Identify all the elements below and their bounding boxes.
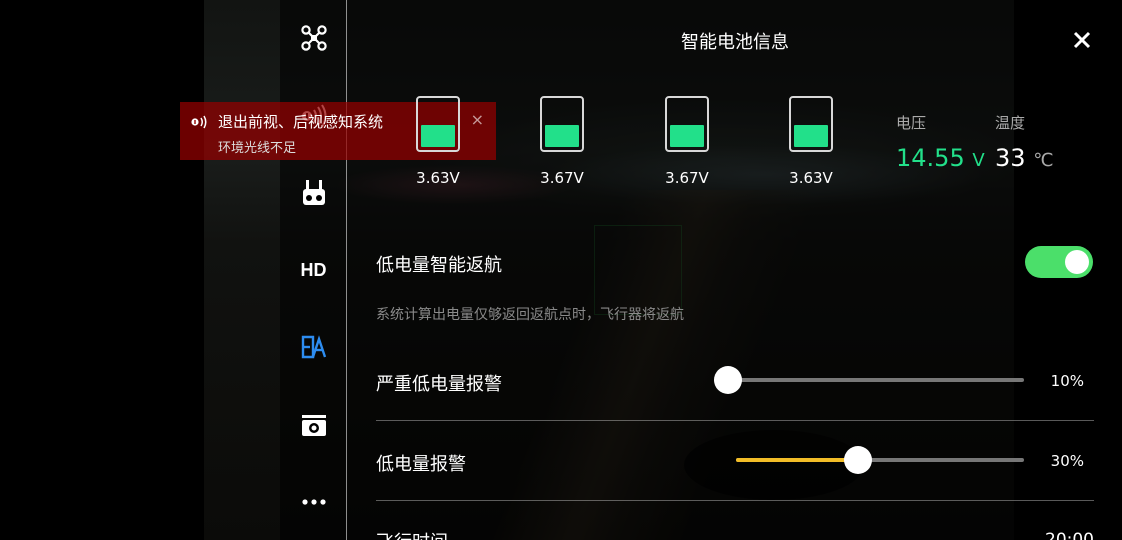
temperature-readout: 33 ℃ [995,144,1053,172]
flight-time-label: 飞行时间 [376,528,448,540]
voltage-label: 电压 [896,114,927,132]
cell-voltage: 3.67V [540,169,584,187]
remote-controller-icon [302,180,325,205]
low-battery-slider[interactable] [736,445,1024,475]
hd-icon: HD [300,259,327,280]
temperature-label: 温度 [995,114,1026,132]
critical-battery-value: 10% [1050,372,1084,390]
voltage-unit: V [972,150,985,171]
sidebar-item-more[interactable] [280,482,347,522]
battery-cell-icon [540,96,584,152]
battery-settings-icon [301,335,326,359]
battery-cell-3: 3.67V [647,96,727,187]
camera-icon [301,415,326,436]
page-title: 智能电池信息 [681,32,789,53]
warning-subtitle: 环境光线不足 [218,141,297,156]
battery-cell-4: 3.63V [771,96,851,187]
slider-fill [736,458,858,462]
battery-cell-icon [416,96,460,152]
critical-battery-label: 严重低电量报警 [376,374,502,395]
flight-time-value: 20:00 [1045,530,1094,540]
sidebar-item-remote[interactable] [280,173,347,213]
slider-thumb[interactable] [714,366,742,394]
cell-voltage: 3.63V [789,169,833,187]
sidebar-item-aircraft[interactable] [280,18,347,58]
battery-cell-fill [794,125,828,147]
temperature-unit: ℃ [1033,150,1054,171]
settings-sidebar: HD [280,0,347,540]
battery-cell-icon [789,96,833,152]
battery-cell-2: 3.67V [522,96,602,187]
temperature-value: 33 [995,144,1026,172]
voltage-value: 14.55 [896,144,965,172]
drone-icon [300,25,327,51]
slider-thumb[interactable] [844,446,872,474]
signal-warning-icon [191,115,207,129]
sidebar-item-battery[interactable] [280,327,347,367]
more-icon [301,499,326,505]
divider [376,420,1094,421]
sidebar-item-camera[interactable] [280,405,347,445]
divider [376,500,1094,501]
battery-cell-fill [421,125,455,147]
sidebar-item-hd[interactable]: HD [280,250,347,290]
battery-cell-fill [545,125,579,147]
critical-battery-slider[interactable] [714,365,1024,395]
warning-title: 退出前视、后视感知系统 [218,113,384,131]
close-icon [1073,31,1091,49]
low-battery-label: 低电量报警 [376,454,466,475]
battery-cell-1: 3.63V [398,96,478,187]
smart-rth-toggle[interactable] [1025,246,1093,278]
battery-cell-fill [670,125,704,147]
cell-voltage: 3.67V [665,169,709,187]
smart-rth-label: 低电量智能返航 [376,255,502,276]
slider-track [728,378,1024,382]
low-battery-value: 30% [1050,452,1084,470]
voltage-readout: 14.55 V [896,144,985,172]
toggle-knob [1065,250,1089,274]
cell-voltage: 3.63V [416,169,460,187]
smart-rth-description: 系统计算出电量仅够返回返航点时，飞行器将返航 [376,307,684,323]
close-button[interactable] [1066,24,1098,56]
battery-cell-icon [665,96,709,152]
